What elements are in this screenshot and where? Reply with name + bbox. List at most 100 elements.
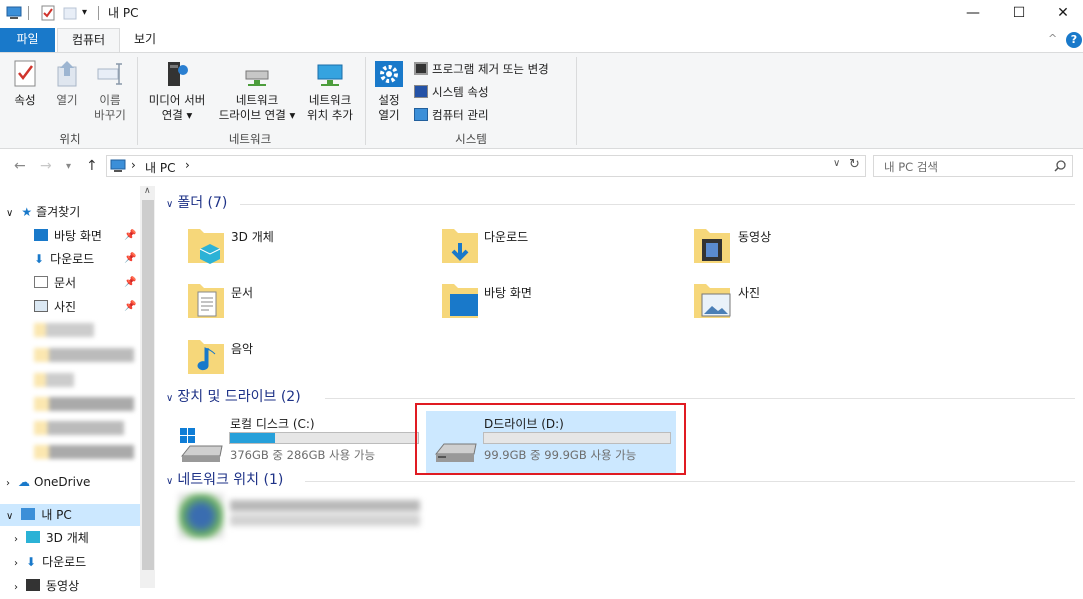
folder-videos-icon[interactable] <box>692 225 732 267</box>
network-drive-icon <box>245 70 269 86</box>
rename-label-2: 바꾸기 <box>94 108 126 122</box>
back-arrow-icon[interactable]: ← <box>14 158 26 174</box>
breadcrumb-separator-end[interactable]: › <box>185 158 190 172</box>
expand-chevron-icon[interactable]: › <box>14 534 18 545</box>
folder-3d-objects-icon[interactable] <box>186 225 226 267</box>
section-drives[interactable]: ∨ 장치 및 드라이브 (2) <box>166 387 301 407</box>
properties-icon <box>14 60 36 87</box>
expand-chevron-icon[interactable]: › <box>6 478 10 489</box>
folder-documents-icon[interactable] <box>186 280 226 322</box>
this-pc-address-icon <box>110 159 126 172</box>
up-arrow-icon[interactable]: ↑ <box>86 158 98 174</box>
cube-icon <box>26 531 40 543</box>
breadcrumb-separator[interactable]: › <box>131 158 136 172</box>
nav-documents[interactable]: 문서 <box>34 272 76 294</box>
expand-chevron-icon[interactable]: ∨ <box>6 208 13 219</box>
folder-music-icon[interactable] <box>186 336 226 378</box>
open-label: 열기 <box>56 93 78 107</box>
access-media-button[interactable]: 미디어 서버 연결 ▾ <box>142 59 212 123</box>
network-location-blurred-icon[interactable] <box>178 493 224 539</box>
add-location-label-1: 네트워크 <box>308 93 352 107</box>
section-folders[interactable]: ∨ 폴더 (7) <box>166 193 227 213</box>
blurred-item[interactable] <box>34 348 134 362</box>
tab-file[interactable]: 파일 <box>0 28 55 52</box>
section-network[interactable]: ∨ 네트워크 위치 (1) <box>166 470 283 490</box>
forward-arrow-icon[interactable]: → <box>40 158 52 174</box>
star-icon: ★ <box>21 205 33 219</box>
network-location-icon <box>317 64 343 86</box>
properties-button[interactable]: 속성 <box>6 59 44 108</box>
blurred-item[interactable] <box>34 445 134 459</box>
folder-3d-objects-label[interactable]: 3D 개체 <box>231 228 274 245</box>
add-network-location-button[interactable]: 네트워크 위치 추가 <box>301 59 359 123</box>
ribbon: 속성 열기 이름 바꾸기 위치 미디어 서버 연결 ▾ 네트워크 드라이브 연결… <box>0 52 1083 149</box>
address-bar[interactable]: › 내 PC › ∨ ↻ <box>106 155 866 177</box>
map-drive-label-2: 드라이브 연결 ▾ <box>218 108 296 122</box>
nav-onedrive[interactable]: › ☁ OneDrive <box>6 471 90 493</box>
drive-c-icon[interactable] <box>178 426 226 469</box>
navigation-pane: ∨ ★ 즐겨찾기 바탕 화면 📌 ⬇ 다운로드 📌 문서 📌 사진 📌 › ☁ OneDr… <box>0 186 155 593</box>
drives-heading: 장치 및 드라이브 (2) <box>177 389 301 405</box>
blurred-item[interactable] <box>34 421 124 435</box>
map-network-drive-button[interactable]: 네트워크 드라이브 연결 ▾ <box>212 59 302 123</box>
search-box[interactable]: 내 PC 검색 <box>873 155 1073 177</box>
close-button[interactable]: ✕ <box>1040 0 1083 26</box>
blurred-item[interactable] <box>34 323 94 337</box>
nav-scrollbar-thumb[interactable] <box>142 200 154 570</box>
system-properties-icon <box>414 85 428 98</box>
nav-pictures[interactable]: 사진 <box>34 296 76 318</box>
address-dropdown-icon[interactable]: ∨ <box>833 158 840 169</box>
rename-button[interactable]: 이름 바꾸기 <box>88 59 132 123</box>
nav-this-pc[interactable]: ∨ 내 PC <box>0 504 140 526</box>
new-folder-quick-icon[interactable] <box>62 5 78 21</box>
folder-music-label[interactable]: 음악 <box>231 340 253 357</box>
nav-quick-access[interactable]: ∨ ★ 즐겨찾기 <box>6 201 80 223</box>
properties-quick-icon[interactable] <box>40 5 56 21</box>
collapse-chevron-icon[interactable]: ∨ <box>166 199 173 210</box>
minimize-button[interactable]: — <box>950 0 996 26</box>
scroll-up-icon[interactable]: ∧ <box>144 186 151 196</box>
collapse-chevron-icon[interactable]: ∨ <box>166 476 173 487</box>
drive-c-label[interactable]: 로컬 디스크 (C:) <box>230 415 315 432</box>
folder-downloads-icon[interactable] <box>440 225 480 267</box>
nav-downloads[interactable]: ⬇ 다운로드 <box>34 248 94 270</box>
expand-chevron-icon[interactable]: › <box>14 558 18 569</box>
collapse-ribbon-icon[interactable]: ^ <box>1048 32 1057 45</box>
customize-chevron-icon[interactable]: ▾ <box>82 5 98 21</box>
help-icon[interactable]: ? <box>1066 32 1082 48</box>
tab-computer[interactable]: 컴퓨터 <box>57 28 120 52</box>
location-group-label: 위치 <box>59 132 81 146</box>
expand-chevron-icon[interactable]: ∨ <box>6 511 13 522</box>
recent-locations-chevron-icon[interactable]: ▾ <box>66 161 71 172</box>
pin-icon: 📌 <box>124 253 137 264</box>
nav-videos[interactable]: › 동영상 <box>14 575 79 597</box>
uninstall-program-button[interactable]: 프로그램 제거 또는 변경 <box>414 60 549 78</box>
breadcrumb-this-pc[interactable]: 내 PC <box>145 159 175 176</box>
computer-management-button[interactable]: 컴퓨터 관리 <box>414 106 489 124</box>
folder-pictures-label[interactable]: 사진 <box>738 284 760 301</box>
system-properties-button[interactable]: 시스템 속성 <box>414 83 489 101</box>
open-settings-button[interactable]: 설정 열기 <box>370 59 408 123</box>
nav-downloads-pc[interactable]: › ⬇ 다운로드 <box>14 551 86 573</box>
nav-3d-objects[interactable]: › 3D 개체 <box>14 527 89 549</box>
onedrive-label: OneDrive <box>34 475 91 489</box>
network-location-blurred-label[interactable] <box>230 500 420 526</box>
collapse-chevron-icon[interactable]: ∨ <box>166 393 173 404</box>
access-media-label-1: 미디어 서버 <box>148 93 206 107</box>
refresh-icon[interactable]: ↻ <box>849 157 860 172</box>
maximize-button[interactable]: ☐ <box>996 0 1042 26</box>
search-icon[interactable] <box>1054 160 1066 172</box>
folder-documents-label[interactable]: 문서 <box>231 284 253 301</box>
folder-videos-label[interactable]: 동영상 <box>738 228 771 245</box>
blurred-item[interactable] <box>34 373 74 387</box>
folder-desktop-icon[interactable] <box>440 280 480 322</box>
open-button[interactable]: 열기 <box>50 59 84 108</box>
access-media-label-2: 연결 ▾ <box>161 108 193 122</box>
tab-view[interactable]: 보기 <box>120 28 170 52</box>
folder-downloads-label[interactable]: 다운로드 <box>484 228 528 245</box>
folder-desktop-label[interactable]: 바탕 화면 <box>484 284 532 301</box>
nav-desktop[interactable]: 바탕 화면 <box>34 225 102 247</box>
blurred-item[interactable] <box>34 397 134 411</box>
uninstall-icon <box>414 62 428 75</box>
folder-pictures-icon[interactable] <box>692 280 732 322</box>
